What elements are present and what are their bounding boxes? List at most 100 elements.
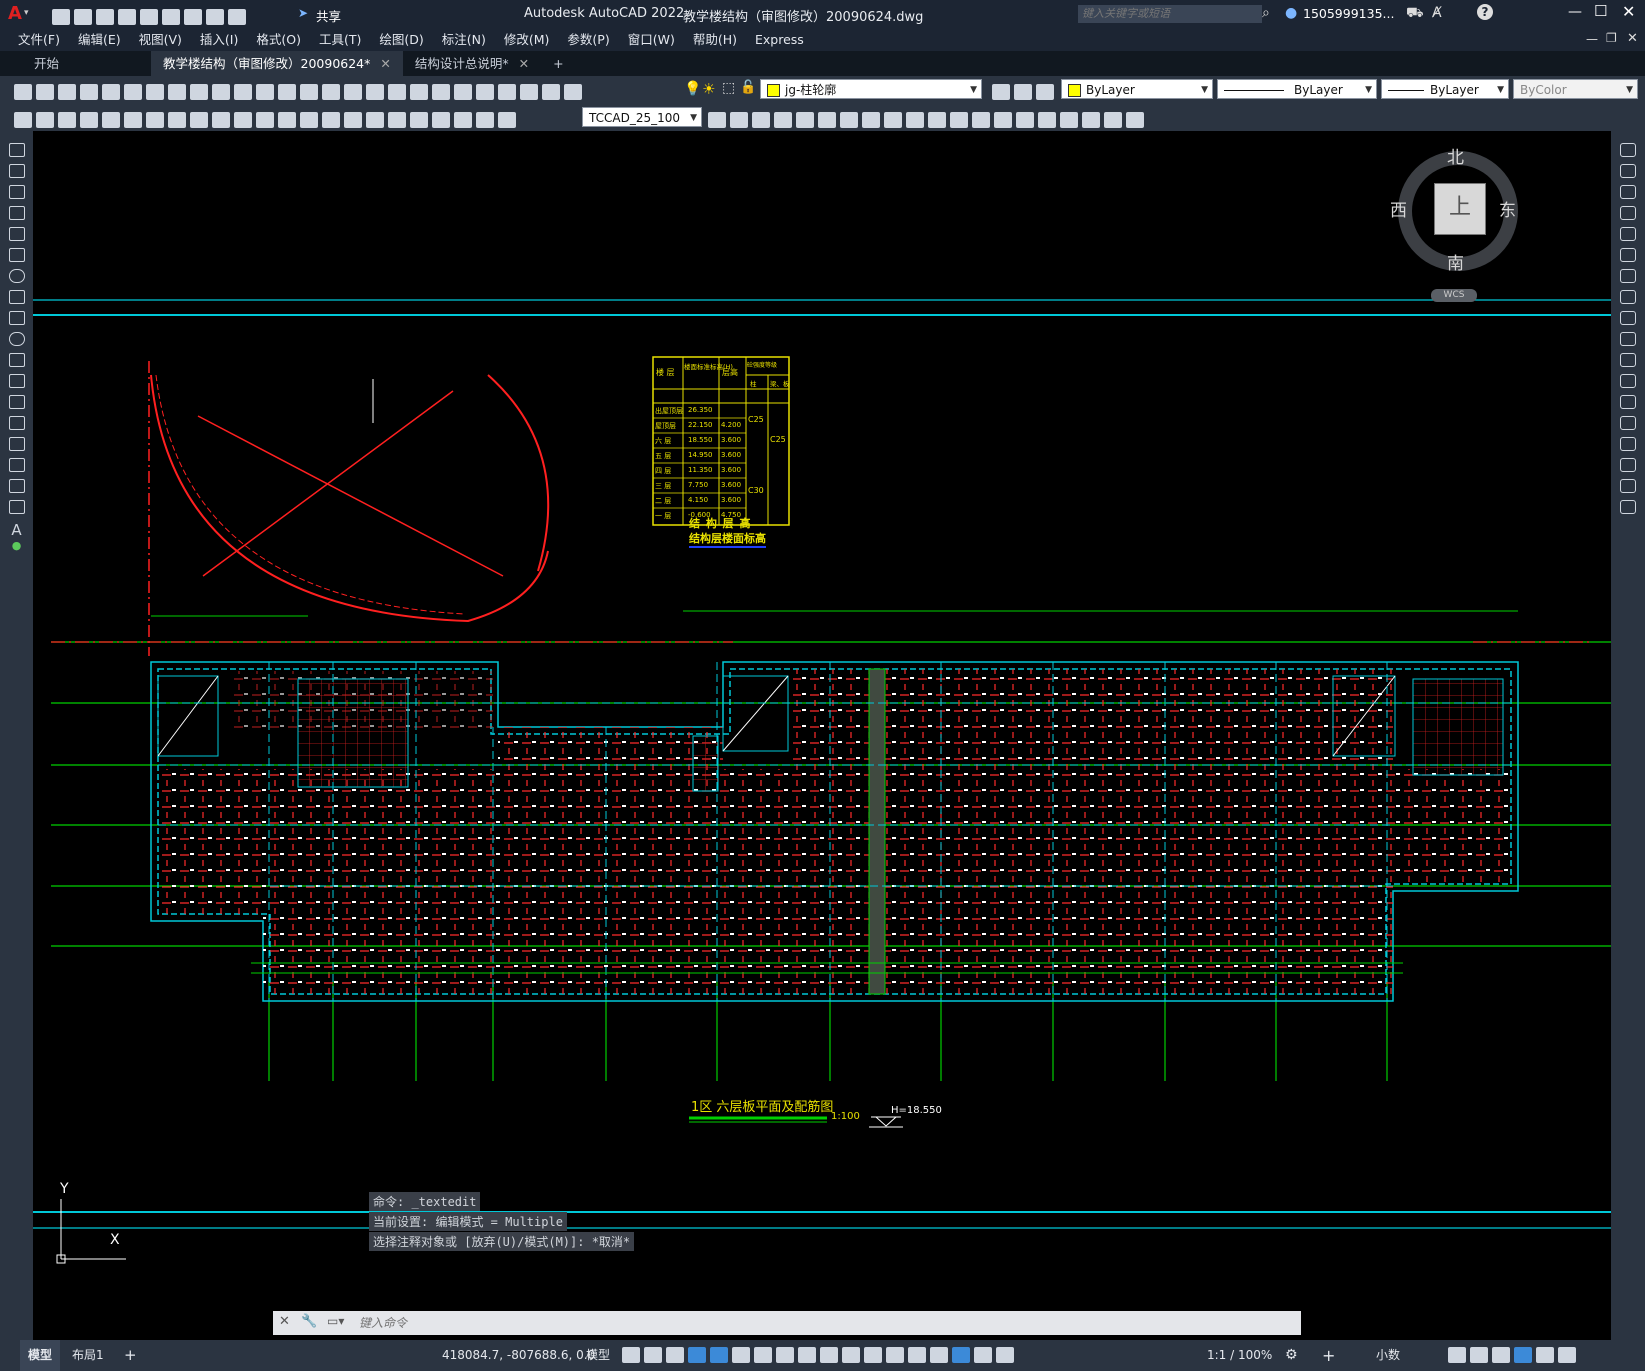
units-dropdown[interactable]: 小数 [1376, 1340, 1400, 1371]
circle-icon[interactable] [8, 269, 25, 283]
redo-icon[interactable] [228, 8, 246, 25]
close-button[interactable]: ✕ [1622, 2, 1635, 21]
redo-icon[interactable] [300, 83, 318, 100]
line-icon[interactable] [8, 143, 25, 157]
quick-dim-icon[interactable] [256, 111, 274, 128]
menu-tools[interactable]: 工具(T) [310, 29, 370, 51]
break-at-point-icon[interactable] [1620, 374, 1636, 388]
menu-edit[interactable]: 编辑(E) [69, 29, 130, 51]
layer-match-icon[interactable] [1014, 83, 1032, 100]
jogged-dim-icon[interactable] [190, 111, 208, 128]
dim-style-icon[interactable] [708, 111, 726, 128]
isodraft-icon[interactable] [754, 1347, 772, 1363]
plus-icon[interactable]: + [1322, 1340, 1335, 1371]
save-web-icon[interactable] [162, 8, 180, 25]
object-snap-icon[interactable] [798, 1347, 816, 1363]
cut-icon[interactable] [168, 83, 186, 100]
ortho-icon[interactable] [710, 1347, 728, 1363]
copy-icon[interactable] [190, 83, 208, 100]
cart-icon[interactable]: ⛟ [1406, 5, 1424, 23]
compass-north[interactable]: 北 [1447, 143, 1464, 168]
erase-icon[interactable] [1620, 143, 1636, 157]
command-input[interactable] [357, 1313, 1291, 1333]
tab-model[interactable]: 模型 [20, 1340, 61, 1371]
search-input[interactable] [1078, 5, 1262, 23]
tolerance-icon[interactable] [366, 111, 384, 128]
reorder-icon[interactable] [818, 111, 836, 128]
erase-icon[interactable] [972, 111, 990, 128]
wcs-menu[interactable]: WCS [1431, 289, 1477, 302]
close-icon[interactable]: ✕ [279, 1314, 290, 1329]
open-icon[interactable] [36, 83, 54, 100]
wrench-icon[interactable]: 🔧 [301, 1314, 317, 1329]
scale-icon[interactable] [1620, 290, 1636, 304]
grid-icon[interactable] [622, 1347, 640, 1363]
menu-help[interactable]: 帮助(H) [684, 29, 746, 51]
3d-dwf-icon[interactable] [146, 83, 164, 100]
share-button[interactable]: 共享 [316, 6, 341, 25]
coordinate-readout[interactable]: 418084.7, -807688.6, 0.0 [442, 1340, 595, 1371]
join-icon[interactable] [1620, 416, 1636, 430]
ellipse-arc-icon[interactable] [8, 353, 25, 367]
ungroup-icon[interactable] [752, 111, 770, 128]
gizmo-icon[interactable] [952, 1347, 970, 1363]
menu-draw[interactable]: 绘图(D) [370, 29, 432, 51]
menu-file[interactable]: 文件(F) [9, 29, 69, 51]
share-icon[interactable]: ➤ [298, 6, 308, 20]
group-icon[interactable] [730, 111, 748, 128]
doc-minimize-button[interactable]: — [1586, 32, 1598, 46]
menu-modify[interactable]: 修改(M) [495, 29, 559, 51]
revcloud-icon[interactable] [8, 290, 25, 304]
tab-start[interactable]: 开始 [0, 51, 151, 76]
make-block-icon[interactable] [8, 395, 25, 409]
annotation-visibility-icon[interactable] [974, 1347, 992, 1363]
plotstyle-dropdown[interactable]: ByColor ▼ [1513, 79, 1638, 99]
baseline-dim-icon[interactable] [278, 111, 296, 128]
undo-icon[interactable] [206, 8, 224, 25]
align-icon[interactable] [796, 111, 814, 128]
gear-icon[interactable]: ⚙ [1285, 1340, 1298, 1371]
polygon-icon[interactable] [8, 206, 25, 220]
paste-icon[interactable] [212, 83, 230, 100]
autodesk-app-icon[interactable]: Ⱥ [1432, 5, 1442, 21]
tab-drawing-2[interactable]: 结构设计总说明* ✕ [403, 51, 541, 76]
plot-icon[interactable] [80, 83, 98, 100]
continue-dim-icon[interactable] [300, 111, 318, 128]
compass-east[interactable]: 东 [1499, 196, 1516, 221]
send-back-icon[interactable] [862, 111, 880, 128]
save-as-icon[interactable] [118, 8, 136, 25]
isolate-objects-icon[interactable] [1492, 1347, 1510, 1363]
region-icon[interactable] [8, 479, 25, 493]
layer-dropdown[interactable]: jg-柱轮廓 ▼ [760, 79, 982, 99]
add-layout-button[interactable]: + [124, 1340, 137, 1371]
radius-dim-icon[interactable] [168, 111, 186, 128]
ellipse-icon[interactable] [8, 332, 25, 346]
lineweight-icon[interactable] [820, 1347, 838, 1363]
fillet-icon[interactable] [1620, 458, 1636, 472]
diameter-dim-icon[interactable] [212, 111, 230, 128]
help-icon[interactable]: ? [1477, 4, 1493, 20]
autocad-logo-icon[interactable]: A [8, 3, 22, 24]
auto-scale-icon[interactable] [996, 1347, 1014, 1363]
close-icon[interactable]: ✕ [380, 56, 390, 71]
pan-icon[interactable] [322, 83, 340, 100]
chamfer-icon[interactable] [1620, 437, 1636, 451]
command-prompt-icon[interactable]: ▭▾ [327, 1314, 344, 1328]
layer-unisolate-icon[interactable] [36, 111, 54, 128]
viewcube-top[interactable]: 上 [1435, 184, 1485, 232]
3d-osnap-icon[interactable] [886, 1347, 904, 1363]
tool-palettes-icon[interactable] [454, 83, 472, 100]
insert-block-icon[interactable] [8, 374, 25, 388]
layer-properties-icon[interactable] [564, 83, 582, 100]
jogged-linear-icon[interactable] [432, 111, 450, 128]
preview-icon[interactable] [102, 83, 120, 100]
menu-parametric[interactable]: 参数(P) [558, 29, 618, 51]
blend-icon[interactable] [1620, 479, 1636, 493]
search-icon[interactable]: ⌕ [1262, 5, 1270, 21]
lock-icon[interactable]: 🔓 [740, 80, 756, 95]
mirror-icon[interactable] [1620, 185, 1636, 199]
join-icon[interactable] [906, 111, 924, 128]
mirror-icon[interactable] [1016, 111, 1034, 128]
new-icon[interactable] [52, 8, 70, 25]
bring-front-icon[interactable] [840, 111, 858, 128]
